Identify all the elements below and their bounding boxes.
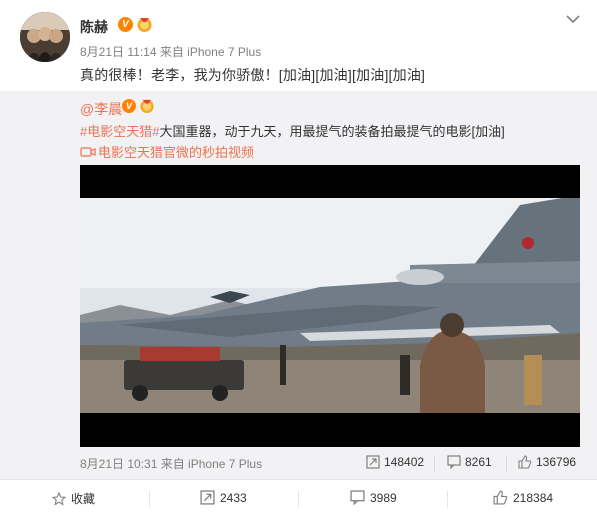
topic-link[interactable]: #电影空天猎# xyxy=(80,124,159,139)
video-icon xyxy=(80,146,96,157)
medal-icon xyxy=(140,99,154,114)
share-icon xyxy=(200,490,215,505)
repost-share-stat[interactable]: 148402 xyxy=(366,455,424,469)
repost-button[interactable]: 2433 xyxy=(200,490,247,505)
favorite-button[interactable]: 收藏 xyxy=(52,490,95,507)
share-count: 148402 xyxy=(384,455,425,469)
video-frame xyxy=(80,165,580,447)
share-icon xyxy=(366,455,380,469)
weibo-post: 陈赫 V 8月21日 11:14 来自 iPhone 7 Plus 真的很棒！老… xyxy=(0,0,597,518)
comment-button[interactable]: 3989 xyxy=(350,490,397,505)
medal-icon xyxy=(137,18,152,32)
comment-count: 3989 xyxy=(370,490,397,505)
repost-author[interactable]: @李晨 xyxy=(80,99,122,119)
video-player[interactable] xyxy=(80,165,580,447)
video-link[interactable]: 电影空天猎官微的秒拍视频 xyxy=(80,142,254,161)
comment-count: 8261 xyxy=(465,455,492,469)
verified-icon: V xyxy=(118,17,133,32)
repost-meta: 8月21日 10:31 来自 iPhone 7 Plus xyxy=(80,457,263,471)
post-text: 真的很棒！老李，我为你骄傲！[加油][加油][加油][加油] xyxy=(80,67,426,83)
post-meta: 8月21日 11:14 来自 iPhone 7 Plus xyxy=(80,45,262,59)
repost-comment-stat[interactable]: 8261 xyxy=(447,455,492,469)
verified-icon: V xyxy=(122,99,136,113)
divider xyxy=(434,457,435,471)
author-name[interactable]: 陈赫 xyxy=(80,17,108,37)
like-button[interactable]: 218384 xyxy=(493,490,553,505)
star-icon xyxy=(52,491,66,506)
video-link-label: 电影空天猎官微的秒拍视频 xyxy=(98,145,255,160)
like-count: 136796 xyxy=(536,455,577,469)
author-avatar[interactable] xyxy=(20,12,70,62)
repost-like-stat[interactable]: 136796 xyxy=(518,455,576,469)
repost-body: 大国重器，动于九天，用最提气的装备拍最提气的电影[加油] xyxy=(159,124,505,139)
divider xyxy=(447,491,448,508)
favorite-label: 收藏 xyxy=(71,492,96,506)
repost-count: 2433 xyxy=(220,490,247,505)
thumbs-up-icon xyxy=(493,490,508,505)
divider xyxy=(149,491,150,508)
comment-icon xyxy=(447,455,461,469)
action-bar: 收藏 2433 3989 218384 xyxy=(0,479,597,518)
chevron-down-icon[interactable] xyxy=(565,12,581,26)
divider xyxy=(506,457,507,471)
repost-text: #电影空天猎#大国重器，动于九天，用最提气的装备拍最提气的电影[加油] xyxy=(80,121,505,140)
comment-icon xyxy=(350,490,365,505)
divider xyxy=(298,491,299,508)
thumbs-up-icon xyxy=(518,455,532,469)
like-count: 218384 xyxy=(513,490,554,505)
